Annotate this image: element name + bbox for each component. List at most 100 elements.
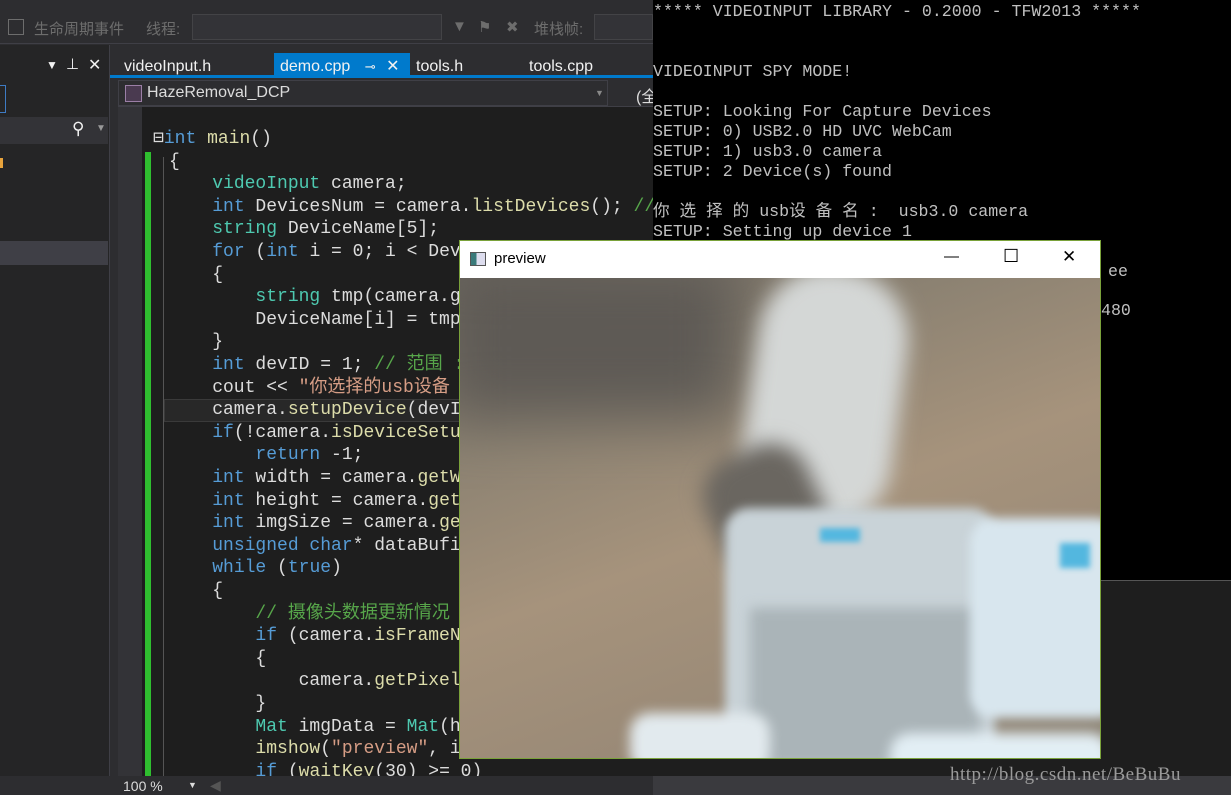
code-line: if(!camera.isDeviceSetu [169, 422, 460, 444]
code-line: // 摄像头数据更新情况 [169, 603, 449, 625]
code-token: imgSize = camera. [244, 513, 440, 534]
code-token: ( [266, 558, 288, 579]
code-line: cout << "你选择的usb设备 [169, 377, 450, 399]
close-tab-icon[interactable]: ✕ [386, 58, 399, 75]
code-line: unsigned char* dataBufi [169, 535, 460, 557]
project-combo[interactable]: HazeRemoval_DCP ▼ [118, 80, 608, 106]
code-token: int [266, 242, 299, 262]
tab-tools-h[interactable]: tools.h [410, 55, 469, 78]
stackframe-combo[interactable] [594, 14, 653, 40]
code-token: cout << [169, 377, 299, 398]
watermark: http://blog.csdn.net/BeBuBu [950, 764, 1181, 785]
code-token: height = camera. [244, 490, 429, 511]
thread-combo[interactable] [192, 14, 442, 40]
console-line: SETUP: 1) usb3.0 camera [653, 142, 883, 161]
chevron-down-icon: ▼ [595, 88, 604, 98]
tab-label: tools.cpp [529, 58, 594, 75]
code-token: listDevices [471, 196, 591, 217]
code-token: i = 0; i < Dev [298, 242, 461, 262]
tab-label: videoInput.h [124, 58, 212, 75]
code-token: waitKey [298, 761, 375, 776]
tab-tools-cpp[interactable]: tools.cpp [523, 55, 599, 78]
close-button[interactable]: ✕ [1062, 247, 1076, 267]
code-token: true [287, 558, 332, 579]
code-line: } [169, 331, 223, 353]
code-token: ( [320, 739, 332, 760]
flag-icon[interactable]: ⚑ [478, 18, 491, 36]
code-line: string DeviceName[5]; [169, 218, 439, 240]
code-token: videoInput [212, 174, 321, 195]
search-options-icon[interactable]: ▼ [96, 123, 106, 134]
search-input[interactable]: ⚲ ▼ [0, 117, 108, 144]
code-token: int [212, 513, 245, 534]
code-line: for (int i = 0; i < Dev [169, 241, 461, 263]
pin-icon[interactable]: ⊥ [66, 55, 79, 73]
code-line: Mat imgData = Mat(h [169, 716, 460, 738]
code-line: { [169, 580, 223, 602]
clear-icon[interactable]: ✖ [506, 18, 519, 36]
code-token: () [250, 129, 272, 149]
code-token: DevicesNum = camera. [244, 196, 472, 217]
filter-icon[interactable]: ▼ [452, 18, 467, 35]
code-token: ( [277, 761, 299, 776]
code-token: ⊟ [153, 129, 164, 149]
window-titlebar[interactable]: preview — ☐ ✕ [460, 241, 1100, 278]
zoom-dropdown-icon[interactable]: ▼ [188, 780, 197, 790]
tab-demo-cpp[interactable]: demo.cpp ⊸ ✕ [274, 53, 410, 78]
dropdown-icon[interactable]: ▼ [46, 58, 58, 72]
pin-tab-icon[interactable]: ⊸ [365, 59, 376, 74]
selected-tree-item[interactable] [0, 241, 108, 265]
code-token: for [212, 242, 245, 262]
panel-tool-button[interactable] [0, 85, 6, 113]
project-icon [125, 85, 142, 102]
code-token: devID = 1; [244, 355, 375, 375]
editor-statusbar: 100 % ▼ ◀ [118, 776, 653, 795]
code-token: DeviceName[i] = tmp [169, 309, 461, 330]
tab-label: tools.h [416, 58, 464, 75]
code-token: ( [244, 242, 267, 262]
code-line: int height = camera.get [169, 490, 460, 512]
code-line: int DevicesNum = camera.listDevices(); /… [169, 196, 655, 218]
preview-window[interactable]: preview — ☐ ✕ [459, 240, 1101, 759]
lifecycle-events-label[interactable]: 生命周期事件 [34, 18, 124, 39]
zoom-level[interactable]: 100 % [123, 778, 163, 794]
fold-guide [163, 157, 164, 776]
code-line: string tmp(camera.g [169, 286, 460, 308]
code-token: if [212, 422, 234, 443]
console-line: VIDEOINPUT SPY MODE! [653, 62, 853, 81]
code-token: "preview" [331, 739, 429, 760]
code-token: (30) >= 0) [374, 761, 483, 776]
window-app-icon [470, 252, 486, 266]
code-token: { [169, 648, 267, 669]
minimize-button[interactable]: — [944, 248, 959, 265]
code-token: camera; [320, 174, 407, 195]
code-token: { [169, 264, 224, 285]
code-line: camera.getPixel [169, 670, 461, 692]
maximize-button[interactable]: ☐ [1003, 246, 1019, 267]
lifecycle-icon[interactable] [8, 19, 24, 35]
code-line: imshow("preview", i [169, 738, 461, 760]
code-token: getPixel [374, 671, 461, 692]
console-line: 你 选 择 的 usb设 备 名 : usb3.0 camera [653, 202, 1029, 221]
scroll-left-icon[interactable]: ◀ [210, 777, 221, 794]
code-token: , i [428, 739, 461, 760]
tab-videoinput-h[interactable]: videoInput.h [118, 55, 217, 78]
console-line: SETUP: 0) USB2.0 HD UVC WebCam [653, 122, 952, 141]
code-token: DeviceName[5]; [277, 219, 440, 240]
search-icon[interactable]: ⚲ [72, 119, 84, 139]
code-token: { [169, 581, 224, 601]
code-token: (devI [406, 400, 461, 421]
code-token: } [169, 694, 267, 714]
close-panel-icon[interactable]: ✕ [88, 55, 101, 75]
code-token: ) [331, 558, 342, 579]
